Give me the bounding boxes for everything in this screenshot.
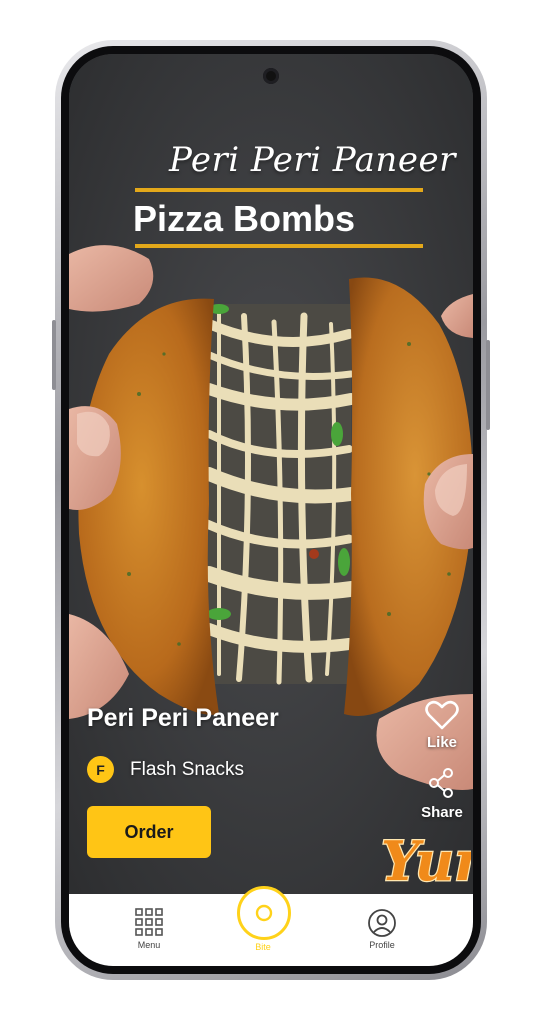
volume-button xyxy=(52,320,56,390)
circle-icon xyxy=(255,904,273,922)
store-avatar[interactable]: F xyxy=(87,756,114,783)
like-button[interactable]: Like xyxy=(410,700,473,751)
video-title-bold: Pizza Bombs xyxy=(133,198,356,239)
nav-bite-button[interactable] xyxy=(237,886,291,940)
yum-watermark: Yum xyxy=(379,822,473,896)
item-name[interactable]: Peri Peri Paneer xyxy=(87,704,279,733)
title-underline-top xyxy=(135,188,423,192)
video-title-script: Peri Peri Paneer xyxy=(169,140,456,180)
chilli-flake xyxy=(309,549,319,559)
grid-icon xyxy=(135,908,163,936)
share-button[interactable]: Share xyxy=(410,768,473,821)
app-screen: Peri Peri Paneer Pizza Bombs Peri Peri P… xyxy=(69,54,473,966)
nav-profile[interactable]: Profile xyxy=(367,908,397,950)
phone-frame: Peri Peri Paneer Pizza Bombs Peri Peri P… xyxy=(52,40,490,980)
order-button[interactable]: Order xyxy=(87,806,211,858)
profile-icon xyxy=(368,909,396,937)
yum-text: Yum xyxy=(381,829,471,892)
heart-icon xyxy=(425,700,459,730)
share-label: Share xyxy=(421,804,463,821)
bottom-navigation: Menu Bite Profile xyxy=(69,886,473,966)
store-name[interactable]: Flash Snacks xyxy=(130,759,244,781)
front-camera xyxy=(263,68,279,84)
nav-bite-label: Bite xyxy=(255,942,271,952)
nav-menu[interactable]: Menu xyxy=(135,908,163,950)
power-button xyxy=(486,340,490,430)
nav-menu-label: Menu xyxy=(137,940,161,950)
finger-top-left xyxy=(69,245,154,312)
nav-profile-label: Profile xyxy=(369,940,395,950)
store-row[interactable]: F Flash Snacks xyxy=(87,756,244,783)
title-underline-bottom xyxy=(135,244,423,248)
like-label: Like xyxy=(426,734,457,751)
share-icon xyxy=(429,768,453,798)
